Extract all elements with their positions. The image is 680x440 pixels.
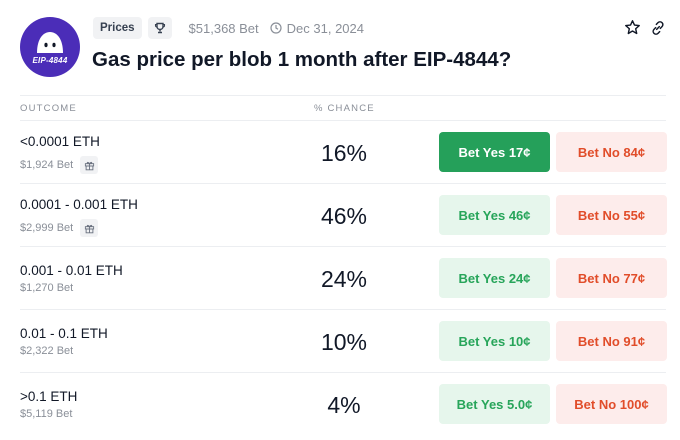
market-logo: EIP-4844	[20, 17, 80, 77]
outcome-name: >0.1 ETH	[20, 389, 78, 404]
gift-badge[interactable]	[80, 219, 99, 237]
outcome-row: 0.0001 - 0.001 ETH $2,999 Bet 46% Bet Ye…	[20, 184, 667, 247]
outcome-name: 0.001 - 0.01 ETH	[20, 263, 123, 278]
header-actions	[615, 19, 666, 36]
outcome-name: <0.0001 ETH	[20, 134, 100, 149]
link-icon	[652, 20, 664, 35]
logo-text: EIP-4844	[32, 56, 68, 65]
market-title: Gas price per blob 1 month after EIP-484…	[92, 48, 512, 71]
outcome-volume: $1,270 Bet	[20, 282, 73, 294]
outcome-chance: 10%	[320, 329, 368, 355]
outcome-row: <0.0001 ETH $1,924 Bet 16% Bet Yes 17¢ B…	[20, 121, 667, 184]
outcome-volume-text: $2,322 Bet	[20, 345, 74, 357]
outcome-volume: $2,322 Bet	[20, 345, 73, 357]
outcome-chance: 4%	[327, 392, 361, 418]
bet-no-button[interactable]: Bet No 77¢	[556, 258, 667, 298]
outcome-volume-text: $5,119 Bet	[20, 408, 73, 420]
trophy-icon	[154, 22, 165, 34]
outcome-column-header: OUTCOME	[20, 103, 77, 114]
star-icon	[625, 20, 640, 35]
outcome-row: 0.001 - 0.01 ETH $1,270 Bet 24% Bet Yes …	[20, 247, 667, 310]
outcome-volume: $5,119 Bet	[20, 408, 72, 420]
gift-icon	[84, 161, 94, 170]
category-tag-icon[interactable]	[147, 17, 172, 39]
outcome-volume-text: $2,999 Bet	[20, 222, 74, 234]
end-date-text: Dec 31, 2024	[286, 20, 364, 36]
table-header: OUTCOME % CHANCE	[20, 95, 666, 121]
share-link-button[interactable]	[650, 20, 666, 36]
ghost-mascot-icon	[37, 32, 63, 53]
gift-icon	[84, 224, 94, 233]
category-tag[interactable]: Prices	[93, 17, 142, 39]
market-volume: $51,368 Bet	[188, 20, 259, 36]
outcome-volume-text: $1,270 Bet	[20, 282, 74, 294]
outcome-volume: $2,999 Bet	[20, 219, 99, 237]
bet-no-button[interactable]: Bet No 84¢	[556, 132, 667, 172]
outcome-volume-text: $1,924 Bet	[20, 159, 74, 171]
market-header: EIP-4844 Prices $51,368 Bet Dec 31, 2024…	[20, 14, 670, 84]
watch-button[interactable]	[624, 19, 641, 36]
outcomes-table: OUTCOME % CHANCE <0.0001 ETH $1,924 Bet …	[20, 95, 667, 436]
market-end-date: Dec 31, 2024	[270, 21, 364, 36]
outcome-name: 0.0001 - 0.001 ETH	[20, 197, 138, 212]
bet-no-button[interactable]: Bet No 55¢	[556, 195, 667, 235]
chance-column-header: % CHANCE	[314, 103, 375, 114]
bet-yes-button[interactable]: Bet Yes 17¢	[439, 132, 550, 172]
outcome-name: 0.01 - 0.1 ETH	[20, 326, 108, 341]
gift-badge[interactable]	[80, 156, 99, 174]
bet-no-button[interactable]: Bet No 91¢	[556, 321, 667, 361]
outcome-row: 0.01 - 0.1 ETH $2,322 Bet 10% Bet Yes 10…	[20, 310, 667, 373]
outcome-chance: 24%	[320, 266, 368, 292]
outcome-chance: 16%	[320, 140, 368, 166]
bet-no-button[interactable]: Bet No 100¢	[556, 384, 667, 424]
outcome-row: >0.1 ETH $5,119 Bet 4% Bet Yes 5.0¢ Bet …	[20, 373, 667, 436]
bet-yes-button[interactable]: Bet Yes 24¢	[439, 258, 550, 298]
market-meta: Prices $51,368 Bet Dec 31, 2024	[93, 17, 364, 39]
bet-yes-button[interactable]: Bet Yes 10¢	[439, 321, 550, 361]
outcome-chance: 46%	[320, 203, 368, 229]
outcome-volume: $1,924 Bet	[20, 156, 99, 174]
bet-yes-button[interactable]: Bet Yes 46¢	[439, 195, 550, 235]
clock-icon	[270, 22, 282, 34]
bet-yes-button[interactable]: Bet Yes 5.0¢	[439, 384, 550, 424]
